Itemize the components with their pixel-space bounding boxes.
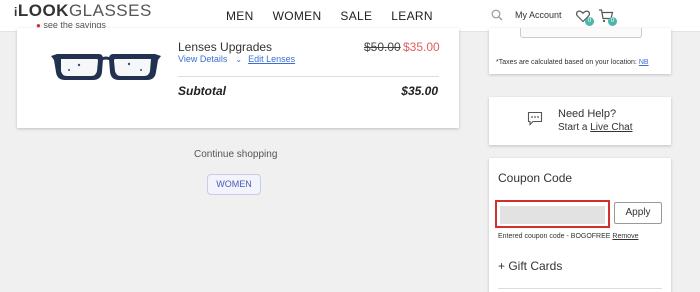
edit-lenses-link[interactable]: Edit Lenses bbox=[248, 54, 295, 64]
gift-cards-toggle[interactable]: + Gift Cards bbox=[498, 259, 562, 273]
wishlist-button[interactable]: 0 bbox=[575, 8, 594, 26]
coupon-applied-note: Entered coupon code - BOGOFREE Remove bbox=[498, 233, 638, 240]
nav-sale[interactable]: SALE bbox=[340, 9, 372, 23]
cart-button[interactable]: 0 bbox=[598, 8, 617, 26]
coupon-code-input[interactable] bbox=[500, 206, 605, 224]
logo-look: LOOK bbox=[17, 1, 69, 20]
tax-location-link[interactable]: NB bbox=[639, 59, 649, 66]
subtotal-value: $35.00 bbox=[401, 84, 438, 98]
remove-coupon-link[interactable]: Remove bbox=[612, 233, 638, 240]
coupon-applied-text: Entered coupon code - BOGOFREE bbox=[498, 233, 611, 240]
item-links: View Details ⌄ Edit Lenses bbox=[178, 54, 295, 64]
nav-learn[interactable]: LEARN bbox=[391, 9, 433, 23]
help-card: Need Help? Start a Live Chat bbox=[489, 97, 671, 145]
item-name: Lenses Upgrades bbox=[178, 40, 273, 54]
continue-women-button[interactable]: WOMEN bbox=[207, 174, 261, 195]
search-icon[interactable] bbox=[491, 9, 503, 21]
chevron-down-icon[interactable]: ⌄ bbox=[235, 55, 242, 64]
chat-icon bbox=[527, 111, 543, 126]
order-summary-card: *Taxes are calculated based on your loca… bbox=[489, 28, 671, 74]
cart-item-card: Lenses Upgrades View Details ⌄ Edit Lenses… bbox=[17, 28, 459, 128]
site-logo[interactable]: iLOOKGLASSES ● see the savings bbox=[14, 1, 152, 31]
live-chat-link[interactable]: Live Chat bbox=[590, 122, 632, 133]
coupon-title: Coupon Code bbox=[498, 171, 573, 185]
tax-note: *Taxes are calculated based on your loca… bbox=[496, 59, 649, 66]
nav-women[interactable]: WOMEN bbox=[273, 9, 322, 23]
view-details-link[interactable]: View Details bbox=[178, 54, 227, 64]
logo-glasses: GLASSES bbox=[68, 1, 152, 20]
original-price: $50.00 bbox=[364, 40, 401, 54]
cart-count-badge: 0 bbox=[608, 17, 617, 26]
help-start-text: Start a bbox=[558, 122, 588, 133]
nav-men[interactable]: MEN bbox=[226, 9, 254, 23]
coupon-card: Coupon Code Apply Entered coupon code - … bbox=[489, 158, 671, 292]
continue-shopping-label: Continue shopping bbox=[194, 149, 278, 160]
sale-price: $35.00 bbox=[403, 40, 440, 54]
coupon-input-highlight bbox=[495, 200, 610, 228]
main-nav: MEN WOMEN SALE LEARN bbox=[226, 9, 452, 23]
subtotal-label: Subtotal bbox=[178, 84, 226, 98]
eyeglasses-image bbox=[51, 54, 161, 80]
my-account-link[interactable]: My Account bbox=[515, 10, 562, 20]
divider bbox=[498, 288, 662, 289]
wishlist-count-badge: 0 bbox=[585, 17, 594, 26]
tax-note-text: *Taxes are calculated based on your loca… bbox=[496, 59, 637, 66]
checkout-button[interactable] bbox=[520, 28, 642, 38]
help-title: Need Help? bbox=[558, 108, 617, 120]
divider bbox=[178, 76, 439, 77]
apply-coupon-button[interactable]: Apply bbox=[614, 202, 662, 224]
